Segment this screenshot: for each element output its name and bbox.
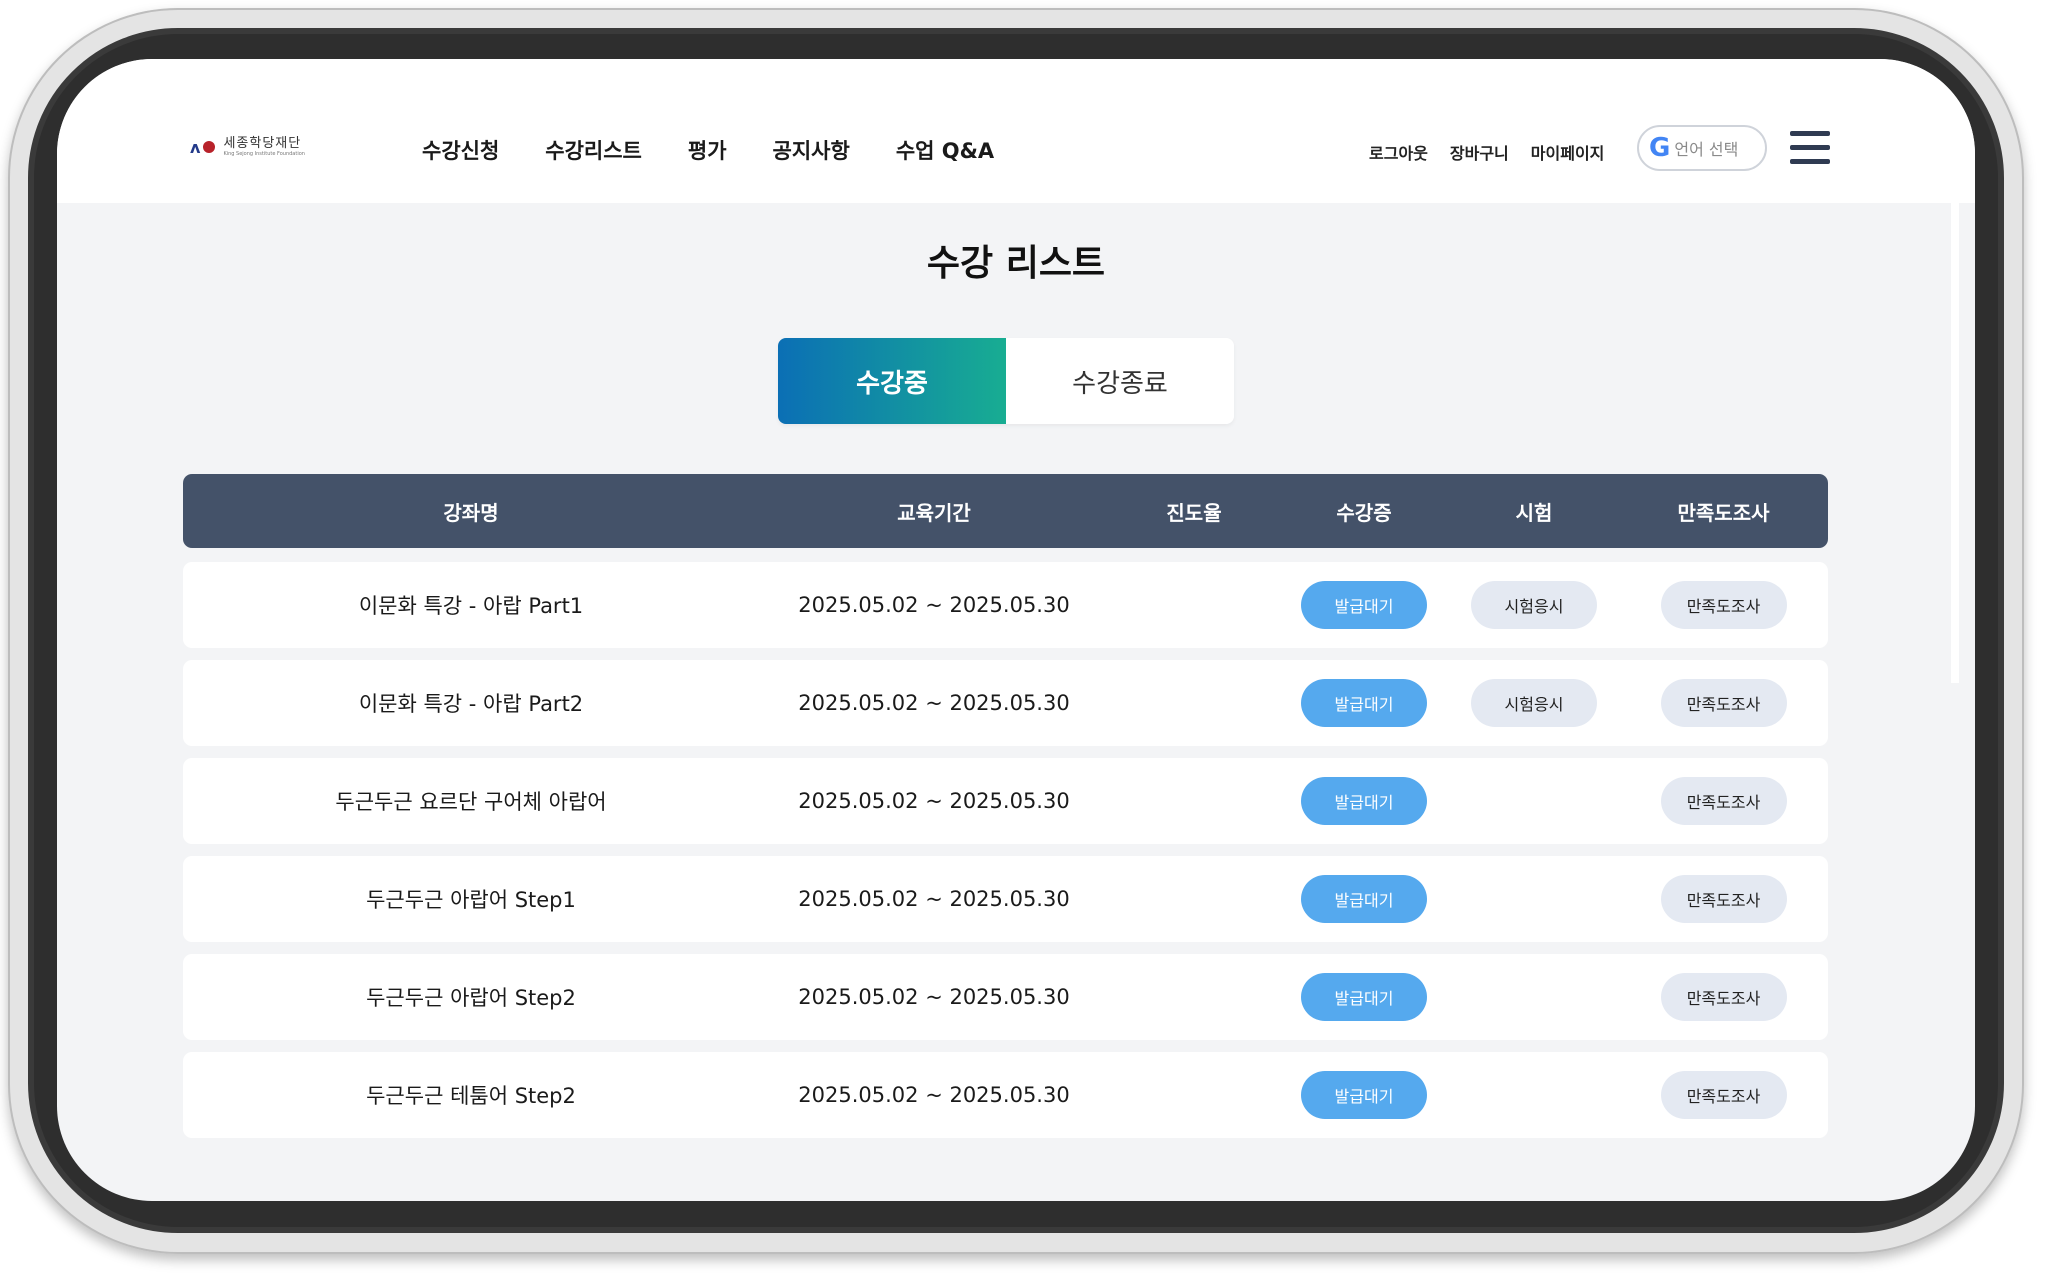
status-tabs: 수강중 수강종료 bbox=[778, 338, 1234, 424]
course-progress bbox=[1109, 954, 1279, 1040]
nav-item-notice[interactable]: 공지사항 bbox=[773, 135, 850, 165]
logo-sub: King Sejong Institute Foundation bbox=[223, 151, 305, 157]
nav-item-evaluation[interactable]: 평가 bbox=[688, 135, 727, 165]
exam-button[interactable]: 시험응시 bbox=[1471, 581, 1597, 629]
exam-empty bbox=[1449, 856, 1619, 942]
col-exam: 시험 bbox=[1515, 500, 1553, 525]
course-name: 두근두근 테툼어 Step2 bbox=[366, 1084, 576, 1108]
course-name: 두근두근 아랍어 Step2 bbox=[366, 986, 576, 1010]
course-period: 2025.05.02 ~ 2025.05.30 bbox=[798, 1083, 1070, 1107]
course-progress bbox=[1109, 562, 1279, 648]
course-period: 2025.05.02 ~ 2025.05.30 bbox=[798, 593, 1070, 617]
course-name: 이문화 특강 - 아랍 Part2 bbox=[358, 692, 584, 716]
table-row: 두근두근 아랍어 Step1 2025.05.02 ~ 2025.05.30 발… bbox=[183, 856, 1828, 942]
language-select-button[interactable]: G 언어 선택 bbox=[1637, 125, 1767, 171]
certificate-button[interactable]: 발급대기 bbox=[1301, 679, 1427, 727]
col-survey: 만족도조사 bbox=[1677, 500, 1770, 525]
course-name: 이문화 특강 - 아랍 Part1 bbox=[358, 594, 584, 618]
site-header: ʌ 세종학당재단 King Sejong Institute Foundatio… bbox=[57, 59, 1975, 203]
col-progress: 진도율 bbox=[1166, 500, 1222, 525]
exam-empty bbox=[1449, 954, 1619, 1040]
site-logo[interactable]: ʌ 세종학당재단 King Sejong Institute Foundatio… bbox=[190, 137, 305, 157]
table-row: 두근두근 요르단 구어체 아랍어 2025.05.02 ~ 2025.05.30… bbox=[183, 758, 1828, 844]
exam-button[interactable]: 시험응시 bbox=[1471, 679, 1597, 727]
table-row: 이문화 특강 - 아랍 Part2 2025.05.02 ~ 2025.05.3… bbox=[183, 660, 1828, 746]
col-certificate: 수강증 bbox=[1336, 500, 1392, 525]
logo-name: 세종학당재단 bbox=[223, 136, 302, 151]
main-nav: 수강신청 수강리스트 평가 공지사항 수업 Q&A bbox=[422, 135, 994, 165]
course-period: 2025.05.02 ~ 2025.05.30 bbox=[798, 887, 1070, 911]
survey-button[interactable]: 만족도조사 bbox=[1660, 1071, 1787, 1119]
cart-link[interactable]: 장바구니 bbox=[1450, 140, 1509, 164]
nav-item-enroll[interactable]: 수강신청 bbox=[422, 135, 499, 165]
nav-item-qna[interactable]: 수업 Q&A bbox=[896, 135, 994, 165]
logo-mark-icon: ʌ bbox=[190, 138, 216, 157]
survey-button[interactable]: 만족도조사 bbox=[1660, 679, 1787, 727]
hamburger-menu-icon[interactable] bbox=[1790, 131, 1830, 165]
language-select-label: 언어 선택 bbox=[1674, 140, 1739, 159]
screen: ʌ 세종학당재단 King Sejong Institute Foundatio… bbox=[57, 59, 1975, 1201]
mypage-link[interactable]: 마이페이지 bbox=[1531, 140, 1605, 164]
table-row: 두근두근 테툼어 Step2 2025.05.02 ~ 2025.05.30 발… bbox=[183, 1052, 1828, 1138]
survey-button[interactable]: 만족도조사 bbox=[1660, 875, 1787, 923]
certificate-button[interactable]: 발급대기 bbox=[1301, 1071, 1427, 1119]
certificate-button[interactable]: 발급대기 bbox=[1301, 875, 1427, 923]
course-progress bbox=[1109, 758, 1279, 844]
exam-empty bbox=[1449, 1052, 1619, 1138]
exam-empty bbox=[1449, 758, 1619, 844]
page-title: 수강 리스트 bbox=[926, 243, 1106, 284]
table-row: 이문화 특강 - 아랍 Part1 2025.05.02 ~ 2025.05.3… bbox=[183, 562, 1828, 648]
course-progress bbox=[1109, 856, 1279, 942]
google-icon: G bbox=[1649, 133, 1671, 163]
survey-button[interactable]: 만족도조사 bbox=[1660, 777, 1787, 825]
tab-in-progress[interactable]: 수강중 bbox=[778, 338, 1006, 424]
table-row: 두근두근 아랍어 Step2 2025.05.02 ~ 2025.05.30 발… bbox=[183, 954, 1828, 1040]
course-period: 2025.05.02 ~ 2025.05.30 bbox=[798, 985, 1070, 1009]
survey-button[interactable]: 만족도조사 bbox=[1660, 973, 1787, 1021]
col-period: 교육기간 bbox=[897, 500, 971, 525]
logout-link[interactable]: 로그아웃 bbox=[1369, 140, 1428, 164]
util-links: 로그아웃 장바구니 마이페이지 bbox=[1369, 140, 1604, 164]
survey-button[interactable]: 만족도조사 bbox=[1660, 581, 1787, 629]
course-name: 두근두근 아랍어 Step1 bbox=[366, 888, 576, 912]
course-progress bbox=[1109, 660, 1279, 746]
certificate-button[interactable]: 발급대기 bbox=[1301, 973, 1427, 1021]
certificate-button[interactable]: 발급대기 bbox=[1301, 777, 1427, 825]
table-header: 강좌명 교육기간 진도율 수강증 시험 만족도조사 bbox=[183, 474, 1828, 548]
course-progress bbox=[1109, 1052, 1279, 1138]
tab-completed[interactable]: 수강종료 bbox=[1006, 338, 1234, 424]
course-period: 2025.05.02 ~ 2025.05.30 bbox=[798, 789, 1070, 813]
nav-item-course-list[interactable]: 수강리스트 bbox=[545, 135, 642, 165]
course-name: 두근두근 요르단 구어체 아랍어 bbox=[335, 790, 607, 814]
col-course-name: 강좌명 bbox=[443, 500, 499, 525]
certificate-button[interactable]: 발급대기 bbox=[1301, 581, 1427, 629]
course-period: 2025.05.02 ~ 2025.05.30 bbox=[798, 691, 1070, 715]
